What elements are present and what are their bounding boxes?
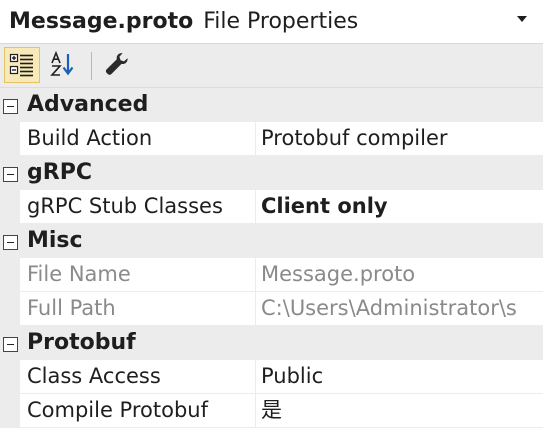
- categorized-icon: [9, 53, 33, 77]
- alphabetical-sort-icon: [50, 50, 74, 76]
- category-misc[interactable]: Misc: [0, 224, 543, 258]
- property-name: Class Access: [27, 364, 161, 388]
- category-label: Protobuf: [27, 330, 136, 355]
- toolbar-separator: [91, 52, 92, 80]
- object-name: Message.proto: [9, 8, 194, 34]
- row-gutter: [0, 122, 20, 156]
- properties-toolbar: [0, 44, 543, 88]
- property-value-build-action[interactable]: Protobuf compiler: [261, 122, 543, 155]
- category-label: Misc: [27, 228, 83, 253]
- wrench-icon: [105, 53, 128, 75]
- column-divider[interactable]: [255, 122, 256, 156]
- column-divider[interactable]: [255, 190, 256, 224]
- object-type: File Properties: [203, 8, 359, 34]
- alphabetical-button[interactable]: [46, 47, 82, 83]
- row-gutter: [0, 292, 20, 326]
- column-divider[interactable]: [255, 394, 256, 428]
- property-row-build-action[interactable]: Build Action Protobuf compiler: [0, 122, 543, 156]
- row-gutter: [0, 360, 20, 394]
- collapse-icon[interactable]: [3, 337, 18, 352]
- column-divider[interactable]: [255, 292, 256, 326]
- collapse-icon[interactable]: [3, 167, 18, 182]
- property-row-compile-protobuf[interactable]: Compile Protobuf 是: [0, 394, 543, 428]
- property-pages-button[interactable]: [100, 47, 136, 83]
- category-advanced[interactable]: Advanced: [0, 88, 543, 122]
- property-grid: Advanced Build Action Protobuf compiler …: [0, 88, 543, 428]
- property-name: File Name: [27, 262, 131, 286]
- category-protobuf[interactable]: Protobuf: [0, 326, 543, 360]
- categorized-button[interactable]: [4, 47, 40, 83]
- row-gutter: [0, 394, 20, 428]
- property-row-file-name[interactable]: File Name Message.proto: [0, 258, 543, 292]
- row-gutter: [0, 190, 20, 224]
- property-name: Full Path: [27, 296, 116, 320]
- collapse-icon[interactable]: [3, 99, 18, 114]
- column-divider[interactable]: [255, 258, 256, 292]
- property-value-grpc-stub-classes[interactable]: Client only: [261, 190, 543, 223]
- property-row-grpc-stub-classes[interactable]: gRPC Stub Classes Client only: [0, 190, 543, 224]
- collapse-icon[interactable]: [3, 235, 18, 250]
- property-value-file-name[interactable]: Message.proto: [261, 258, 543, 291]
- property-row-class-access[interactable]: Class Access Public: [0, 360, 543, 394]
- column-divider[interactable]: [255, 360, 256, 394]
- property-name: Compile Protobuf: [27, 398, 208, 422]
- property-value-compile-protobuf[interactable]: 是: [261, 394, 543, 427]
- category-label: Advanced: [27, 92, 149, 117]
- property-value-class-access[interactable]: Public: [261, 360, 543, 393]
- row-gutter: [0, 258, 20, 292]
- property-row-full-path[interactable]: Full Path C:\Users\Administrator\s: [0, 292, 543, 326]
- category-label: gRPC: [27, 160, 92, 185]
- property-name: Build Action: [27, 126, 153, 150]
- dropdown-caret-icon[interactable]: [517, 16, 527, 22]
- category-grpc[interactable]: gRPC: [0, 156, 543, 190]
- object-selector[interactable]: Message.proto File Properties: [0, 0, 543, 44]
- property-value-full-path[interactable]: C:\Users\Administrator\s: [261, 292, 543, 325]
- property-name: gRPC Stub Classes: [27, 194, 223, 218]
